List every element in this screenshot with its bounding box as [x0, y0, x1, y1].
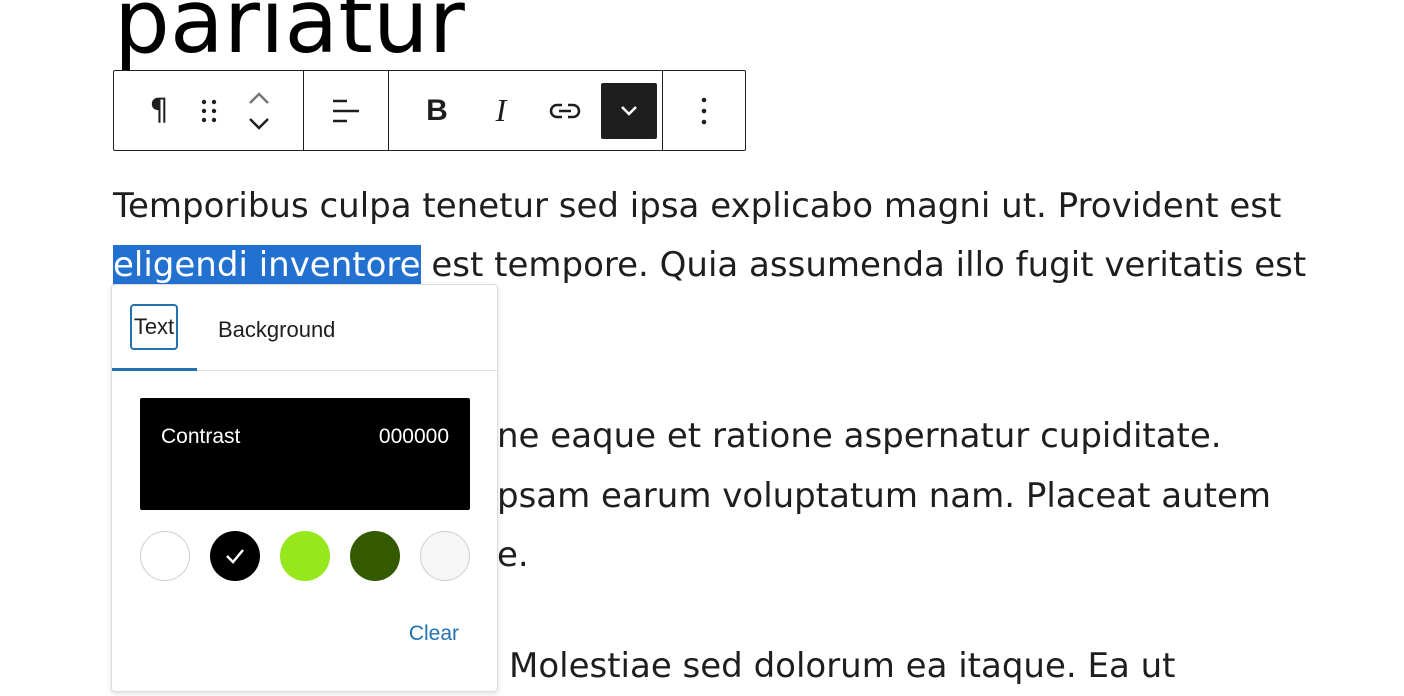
color-tabs: Text Background — [112, 285, 497, 371]
move-down-button[interactable] — [239, 111, 279, 137]
drag-handle[interactable] — [184, 83, 234, 139]
color-hex: 000000 — [378, 425, 449, 448]
swatch-white[interactable] — [140, 531, 190, 581]
tab-background[interactable]: Background — [218, 317, 335, 343]
options-group — [663, 71, 745, 150]
swatch-light-gray[interactable] — [420, 531, 470, 581]
color-palette — [140, 531, 470, 581]
chevron-down-icon — [621, 105, 637, 116]
paragraph-line-5[interactable]: e. — [497, 525, 529, 585]
selected-text[interactable]: eligendi inventore — [113, 245, 421, 285]
block-movers — [234, 81, 284, 141]
more-vertical-icon — [701, 97, 707, 124]
align-button[interactable] — [318, 83, 374, 139]
options-button[interactable] — [676, 83, 732, 139]
paragraph-line-4[interactable]: psam earum voluptatum nam. Placeat autem — [497, 466, 1271, 526]
bold-button[interactable]: B — [409, 83, 465, 139]
link-icon — [549, 103, 581, 118]
chevron-down-icon — [249, 117, 269, 130]
paragraph-line-3[interactable]: ne eaque et ratione aspernatur cupiditat… — [497, 406, 1222, 466]
bold-icon: B — [426, 93, 448, 127]
active-tab-indicator — [112, 368, 197, 371]
block-switcher-group: ¶ — [114, 71, 304, 150]
italic-icon: I — [495, 92, 507, 128]
paragraph-block-button[interactable]: ¶ — [134, 83, 184, 139]
checkmark-icon — [226, 549, 244, 564]
clear-button[interactable]: Clear — [409, 622, 459, 646]
italic-button[interactable]: I — [473, 83, 529, 139]
paragraph-line-6[interactable]: Molestiae sed dolorum ea itaque. Ea ut — [509, 636, 1176, 696]
paragraph-line-1[interactable]: Temporibus culpa tenetur sed ipsa explic… — [113, 176, 1281, 236]
move-up-button[interactable] — [239, 85, 279, 111]
drag-handle-icon — [201, 99, 217, 122]
link-button[interactable] — [537, 83, 593, 139]
color-name: Contrast — [161, 425, 241, 448]
swatch-contrast[interactable] — [210, 531, 260, 581]
paragraph-icon: ¶ — [149, 93, 169, 128]
color-preview[interactable]: Contrast 000000 — [140, 398, 470, 510]
chevron-up-icon — [249, 91, 269, 104]
alignment-group — [304, 71, 389, 150]
swatch-light-green[interactable] — [280, 531, 330, 581]
format-group: B I — [389, 71, 663, 150]
more-rich-text-controls-button[interactable] — [601, 82, 657, 139]
block-toolbar: ¶ B I — [113, 70, 746, 151]
tab-text[interactable]: Text — [130, 304, 178, 350]
color-popover: Text Background Contrast 000000 Clear — [111, 284, 498, 692]
paragraph-line-2-rest: est tempore. Quia assumenda illo fugit v… — [420, 245, 1307, 285]
swatch-dark-green[interactable] — [350, 531, 400, 581]
align-left-icon — [333, 99, 359, 122]
